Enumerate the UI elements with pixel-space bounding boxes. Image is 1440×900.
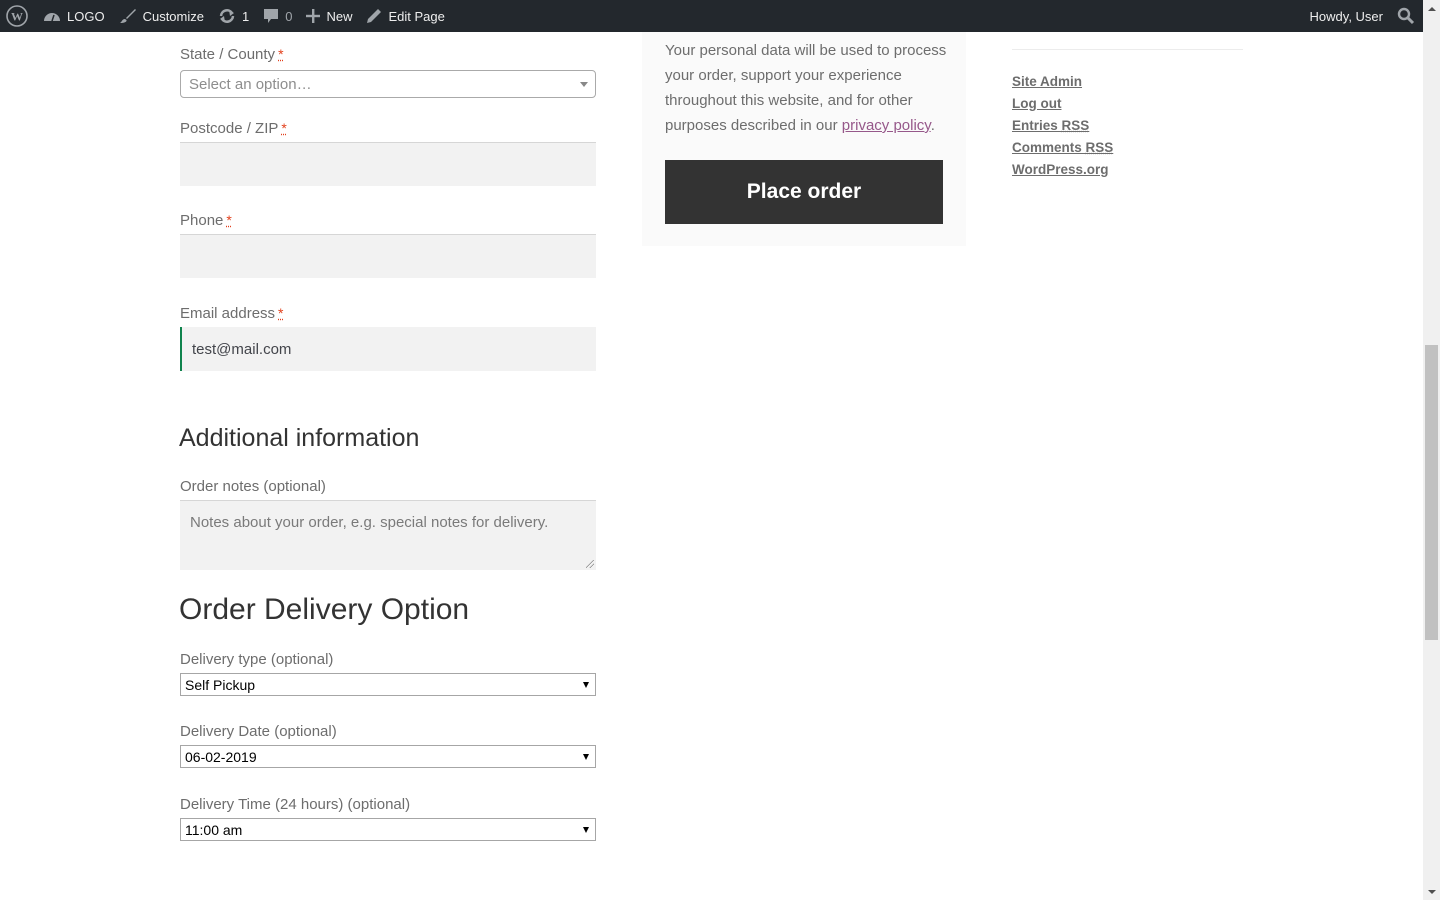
scroll-up-arrow-icon	[1427, 6, 1436, 11]
order-notes-placeholder: Notes about your order, e.g. special not…	[190, 514, 549, 531]
customize-link[interactable]: Customize	[112, 0, 211, 32]
scroll-thumb[interactable]	[1425, 345, 1438, 640]
admin-bar: W LOGO Customize 1 0 New Edit Page Howdy…	[0, 0, 1423, 32]
brush-icon	[119, 8, 137, 24]
updates-count: 1	[242, 8, 250, 24]
delivery-date-label: Delivery Date (optional)	[180, 723, 337, 740]
updates-icon	[218, 8, 236, 24]
wordpress-logo-icon: W	[6, 5, 28, 27]
new-label: New	[326, 8, 353, 24]
pencil-icon	[366, 8, 382, 24]
state-select[interactable]: Select an option…	[180, 70, 596, 98]
updates-link[interactable]: 1	[211, 0, 256, 32]
svg-text:W: W	[11, 10, 23, 24]
required-mark: *	[278, 46, 284, 62]
new-content-menu[interactable]: New	[299, 0, 359, 32]
required-mark: *	[278, 305, 284, 321]
delivery-heading: Order Delivery Option	[179, 593, 470, 626]
chevron-down-icon	[583, 754, 589, 760]
list-item: Entries RSS	[1012, 116, 1113, 138]
postcode-input[interactable]	[180, 142, 596, 186]
delivery-type-label: Delivery type (optional)	[180, 651, 334, 668]
required-mark: *	[281, 120, 287, 136]
delivery-date-select[interactable]: 06-02-2019	[180, 745, 596, 768]
comments-rss-link[interactable]: Comments RSS	[1012, 140, 1113, 155]
order-notes-textarea[interactable]: Notes about your order, e.g. special not…	[180, 500, 596, 570]
chevron-down-icon	[580, 82, 588, 87]
resize-handle-icon[interactable]	[586, 560, 594, 568]
delivery-time-select[interactable]: 11:00 am	[180, 818, 596, 841]
howdy-greeting: Howdy, User	[1309, 8, 1383, 24]
site-name-menu[interactable]: LOGO	[36, 0, 112, 32]
account-menu[interactable]: Howdy, User	[1303, 0, 1390, 32]
additional-info-heading: Additional information	[179, 424, 420, 452]
search-icon	[1397, 7, 1415, 25]
delivery-time-label: Delivery Time (24 hours) (optional)	[180, 796, 411, 813]
order-notes-label: Order notes (optional)	[180, 478, 326, 495]
page-scrollbar[interactable]	[1423, 0, 1440, 900]
required-mark: *	[226, 212, 232, 228]
postcode-label: Postcode / ZIP *	[180, 120, 287, 137]
state-select-placeholder: Select an option…	[189, 75, 312, 93]
delivery-date-value: 06-02-2019	[185, 748, 257, 765]
delivery-type-select[interactable]: Self Pickup	[180, 673, 596, 696]
widget-divider	[1012, 49, 1243, 50]
list-item: Site Admin	[1012, 72, 1113, 94]
wordpress-org-link[interactable]: WordPress.org	[1012, 162, 1109, 177]
list-item: Log out	[1012, 94, 1113, 116]
delivery-type-value: Self Pickup	[185, 676, 256, 693]
entries-rss-link[interactable]: Entries RSS	[1012, 118, 1089, 133]
plus-icon	[306, 9, 321, 23]
dashboard-icon	[43, 9, 61, 23]
phone-label: Phone *	[180, 212, 232, 229]
scroll-down-arrow-icon	[1427, 889, 1436, 894]
wordpress-menu[interactable]: W	[0, 0, 36, 32]
edit-page-label: Edit Page	[388, 8, 445, 24]
state-label: State / County *	[180, 46, 284, 63]
email-label: Email address *	[180, 305, 284, 322]
comments-link[interactable]: 0	[256, 0, 299, 32]
place-order-button[interactable]: Place order	[665, 160, 943, 224]
adminbar-search[interactable]	[1390, 0, 1423, 32]
log-out-link[interactable]: Log out	[1012, 96, 1061, 111]
delivery-time-value: 11:00 am	[185, 821, 243, 838]
site-name-label: LOGO	[67, 8, 105, 24]
meta-links-list: Site Admin Log out Entries RSS Comments …	[1012, 72, 1113, 182]
phone-input[interactable]	[180, 234, 596, 278]
email-input[interactable]: test@mail.com	[180, 327, 596, 371]
edit-page-link[interactable]: Edit Page	[359, 0, 451, 32]
site-admin-link[interactable]: Site Admin	[1012, 74, 1082, 89]
comment-icon	[263, 8, 279, 24]
scroll-up-button[interactable]	[1423, 0, 1440, 17]
chevron-down-icon	[583, 827, 589, 833]
comments-count: 0	[285, 8, 293, 24]
list-item: WordPress.org	[1012, 160, 1113, 182]
privacy-policy-text: Your personal data will be used to proce…	[665, 42, 947, 134]
chevron-down-icon	[583, 682, 589, 688]
customize-label: Customize	[142, 8, 204, 24]
privacy-policy-link[interactable]: privacy policy	[842, 117, 931, 134]
list-item: Comments RSS	[1012, 138, 1113, 160]
scroll-down-button[interactable]	[1423, 883, 1440, 900]
